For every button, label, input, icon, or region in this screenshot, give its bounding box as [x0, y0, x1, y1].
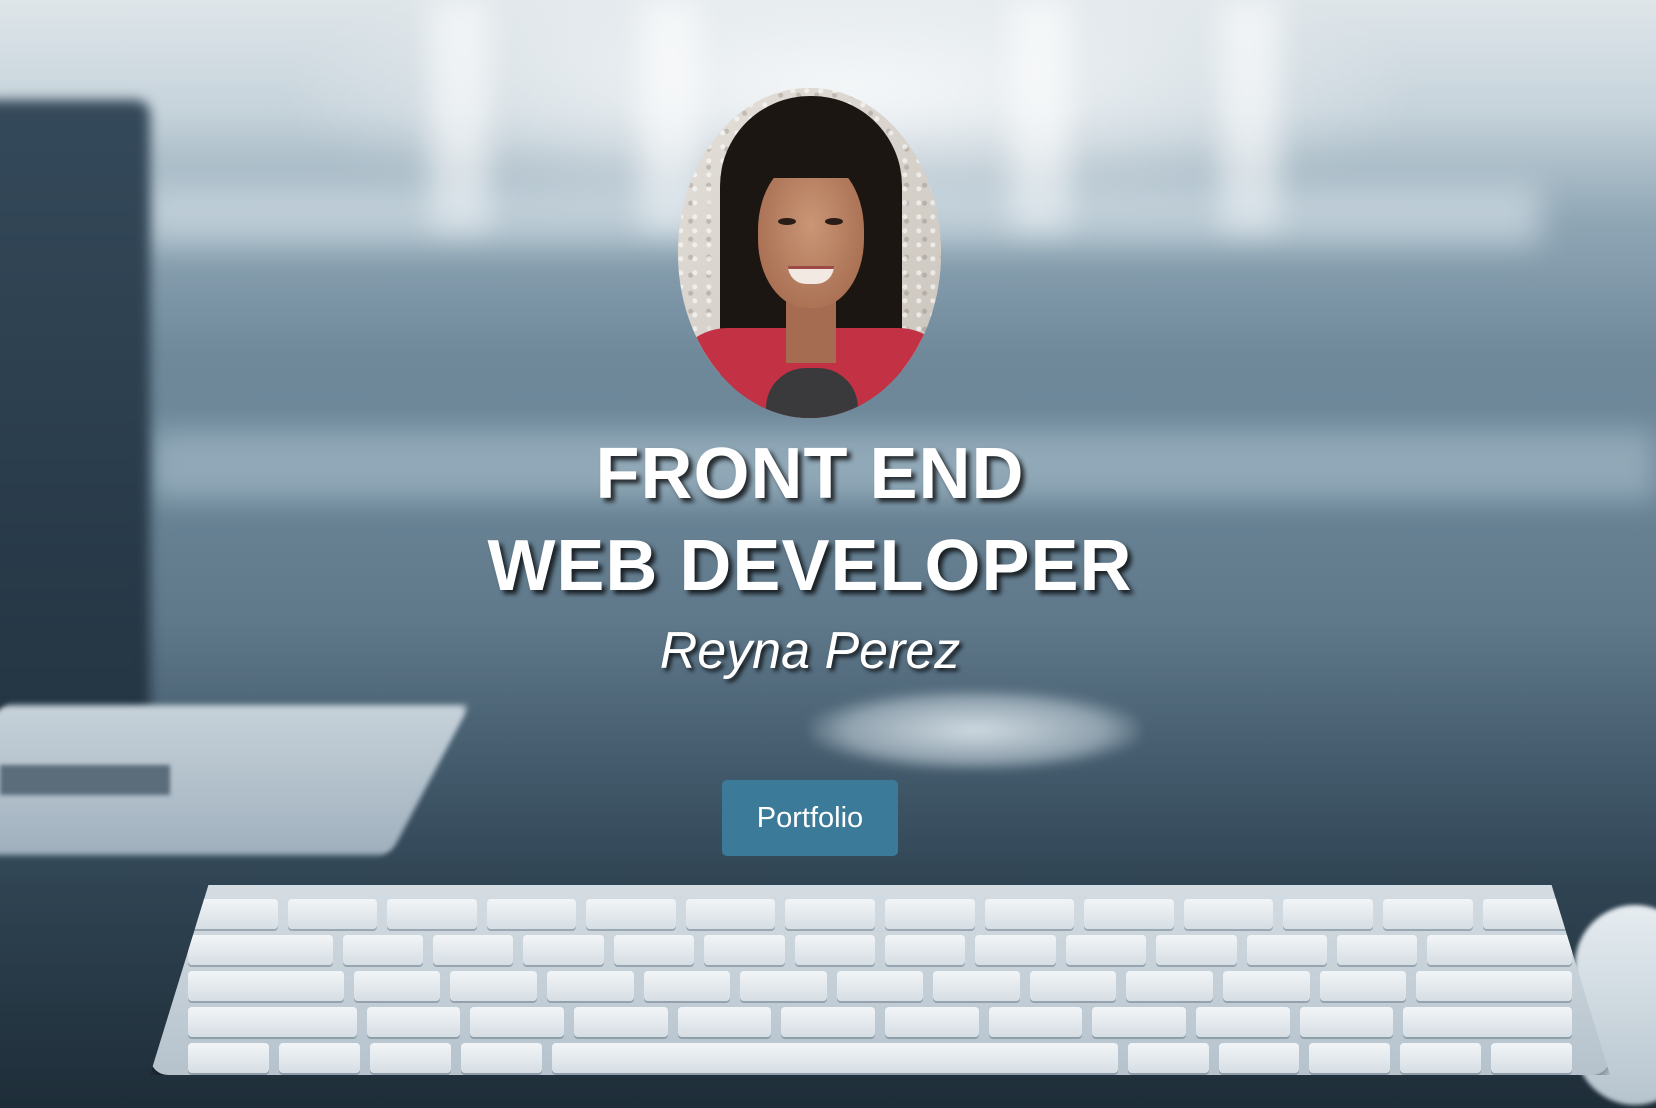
portfolio-button[interactable]: Portfolio — [722, 780, 898, 856]
developer-name: Reyna Perez — [659, 622, 961, 680]
hero-content: FRONT END WEB DEVELOPER Reyna Perez Port… — [0, 0, 1656, 1108]
headline-line-1: FRONT END — [595, 434, 1025, 514]
headline-line-2: WEB DEVELOPER — [487, 526, 1133, 606]
page-title: FRONT END WEB DEVELOPER — [0, 428, 1620, 612]
profile-photo — [678, 88, 941, 418]
